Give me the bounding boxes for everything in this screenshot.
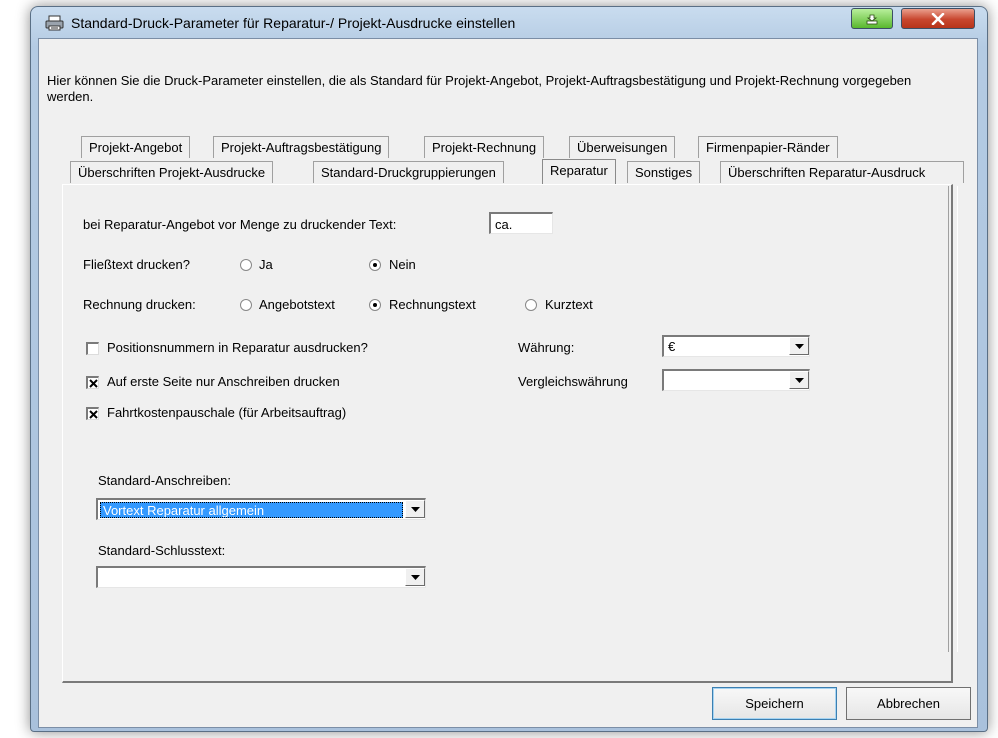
waehrung-dropdown-button[interactable] — [789, 337, 809, 355]
rechnung-angebotstext-radio[interactable] — [240, 299, 252, 311]
cancel-button-label: Abbrechen — [877, 696, 940, 711]
minimize-button[interactable] — [851, 8, 893, 29]
rechnung-kurztext-label[interactable]: Kurztext — [545, 297, 593, 312]
erste-seite-label[interactable]: Auf erste Seite nur Anschreiben drucken — [107, 374, 340, 389]
window-title: Standard-Druck-Parameter für Reparatur-/… — [71, 15, 516, 31]
fliesstext-label: Fließtext drucken? — [83, 257, 190, 272]
description-text: Hier können Sie die Druck-Parameter eins… — [47, 73, 912, 104]
rechnung-rechnungstext-radio[interactable] — [369, 299, 381, 311]
anschreiben-dropdown-button[interactable] — [405, 500, 425, 518]
tab-projekt-rechnung[interactable]: Projekt-Rechnung — [424, 136, 545, 158]
tab-projekt-auftragsbestaetigung[interactable]: Projekt-Auftragsbestätigung — [213, 136, 390, 158]
anschreiben-value: Vortext Reparatur allgemein — [100, 502, 403, 518]
vergleichswaehrung-dropdown-button[interactable] — [789, 371, 809, 389]
fliesstext-ja-radio[interactable] — [240, 259, 252, 271]
tab-firmenpapier-raender[interactable]: Firmenpapier-Ränder — [698, 136, 838, 158]
fahrtkosten-label[interactable]: Fahrtkostenpauschale (für Arbeitsauftrag… — [107, 405, 346, 420]
tab-reparatur[interactable]: Reparatur — [542, 159, 616, 184]
fahrtkosten-checkbox[interactable] — [86, 407, 99, 420]
tab-standard-druckgruppierungen[interactable]: Standard-Druckgruppierungen — [313, 161, 504, 183]
tab-sonstiges[interactable]: Sonstiges — [627, 161, 701, 183]
schlusstext-dropdown-button[interactable] — [405, 568, 425, 586]
anschreiben-label: Standard-Anschreiben: — [98, 473, 231, 488]
tab-projekt-angebot[interactable]: Projekt-Angebot — [81, 136, 191, 158]
title-bar: Standard-Druck-Parameter für Reparatur-/… — [31, 7, 987, 39]
fliesstext-nein-label[interactable]: Nein — [389, 257, 416, 272]
schlusstext-value — [100, 570, 403, 586]
chevron-down-icon — [411, 575, 420, 580]
vergleichswaehrung-label: Vergleichswährung — [518, 374, 628, 389]
tab-panel-reparatur — [62, 184, 953, 683]
waehrung-select[interactable]: € — [662, 335, 810, 357]
menge-text-value: ca. — [495, 217, 513, 232]
rechnung-kurztext-radio[interactable] — [525, 299, 537, 311]
schlusstext-label: Standard-Schlusstext: — [98, 543, 226, 558]
tab-ueberschriften-projekt-ausdrucke[interactable]: Überschriften Projekt-Ausdrucke — [70, 161, 274, 183]
checkmark-icon — [89, 410, 98, 419]
positionsnummern-checkbox[interactable] — [86, 342, 99, 355]
rechnung-rechnungstext-label[interactable]: Rechnungstext — [389, 297, 476, 312]
minimize-icon — [866, 14, 878, 24]
positionsnummern-label[interactable]: Positionsnummern in Reparatur ausdrucken… — [107, 340, 368, 355]
save-button-label: Speichern — [745, 696, 804, 711]
fliesstext-nein-radio[interactable] — [369, 259, 381, 271]
cancel-button[interactable]: Abbrechen — [846, 687, 971, 720]
rechnung-angebotstext-label[interactable]: Angebotstext — [259, 297, 335, 312]
panel-scroll-edge — [948, 186, 958, 652]
rechnung-label: Rechnung drucken: — [83, 297, 196, 312]
vergleichswaehrung-value — [666, 373, 787, 389]
close-button[interactable] — [901, 8, 975, 29]
tab-ueberschriften-reparatur-ausdruck[interactable]: Überschriften Reparatur-Ausdruck — [720, 161, 964, 183]
fliesstext-ja-label[interactable]: Ja — [259, 257, 273, 272]
close-icon — [931, 12, 945, 25]
menge-text-label: bei Reparatur-Angebot vor Menge zu druck… — [83, 217, 397, 232]
printer-icon — [45, 15, 64, 31]
schlusstext-select[interactable] — [96, 566, 426, 588]
anschreiben-select[interactable]: Vortext Reparatur allgemein — [96, 498, 426, 520]
erste-seite-checkbox[interactable] — [86, 376, 99, 389]
chevron-down-icon — [795, 344, 804, 349]
menge-text-input[interactable]: ca. — [489, 212, 553, 234]
save-button[interactable]: Speichern — [712, 687, 837, 720]
waehrung-label: Währung: — [518, 340, 575, 355]
vergleichswaehrung-select[interactable] — [662, 369, 810, 391]
chevron-down-icon — [795, 378, 804, 383]
checkmark-icon — [89, 379, 98, 388]
waehrung-value: € — [668, 339, 676, 354]
chevron-down-icon — [411, 507, 420, 512]
tab-ueberweisungen[interactable]: Überweisungen — [569, 136, 676, 158]
